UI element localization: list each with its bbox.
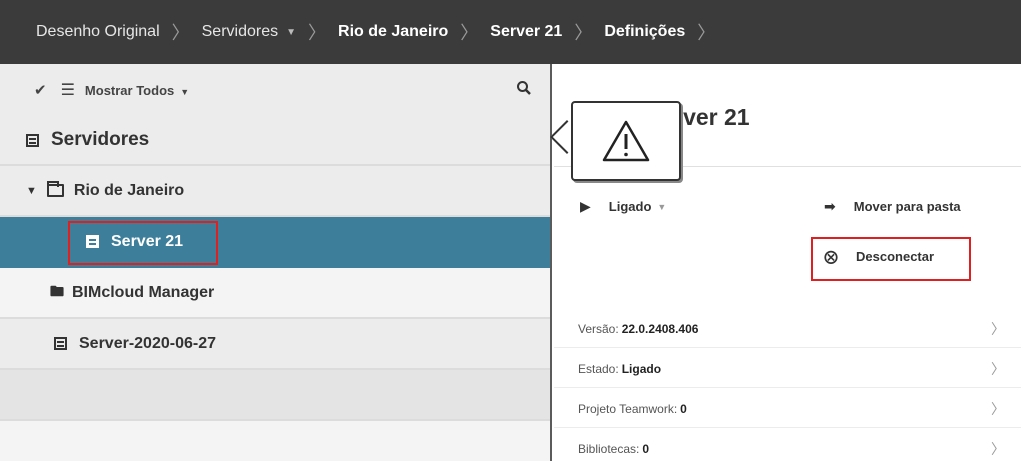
chevron-right-icon: 〉 <box>460 23 479 43</box>
sidebar-toolbar: ✔ ☰ Mostrar Todos ▼ <box>0 64 550 116</box>
move-label: Mover para pasta <box>853 199 961 214</box>
warning-callout <box>571 101 681 181</box>
chevron-right-icon: 〉 <box>574 23 593 43</box>
breadcrumb-label: Servidores <box>201 23 279 40</box>
chevron-right-icon: 〉 <box>171 23 190 43</box>
property-row-libraries[interactable]: Bibliotecas: 0 〉 <box>554 430 1021 461</box>
tree-item-label: Server-2020-06-27 <box>79 334 216 352</box>
caret-down-icon[interactable]: ▼ <box>286 27 296 38</box>
chevron-right-icon: 〉 <box>697 23 716 43</box>
list-icon[interactable]: ☰ <box>61 80 75 100</box>
tree-item-bimcloud-manager[interactable]: 🖿 BIMcloud Manager <box>0 268 550 319</box>
property-value: 22.0.2408.406 <box>621 321 699 336</box>
property-row-version[interactable]: Versão: 22.0.2408.406 〉 <box>554 310 1021 348</box>
caret-down-icon: ▼ <box>180 86 190 97</box>
arrow-right-icon: ➡ <box>824 198 836 214</box>
breadcrumb-item-desenho-original[interactable]: Desenho Original <box>36 23 160 41</box>
chevron-right-icon: 〉 <box>308 23 327 43</box>
server-icon <box>26 133 39 147</box>
property-row-state[interactable]: Estado: Ligado 〉 <box>554 350 1021 388</box>
servers-header-label: Servidores <box>51 129 150 150</box>
tree-item-label: BIMcloud Manager <box>72 283 215 301</box>
breadcrumb-item-servidores[interactable]: Servidores ▼ <box>202 23 296 41</box>
caret-down-icon: ▼ <box>657 201 667 212</box>
property-label: Projeto Teamwork: <box>578 401 678 416</box>
chevron-right-icon: 〉 <box>991 441 1005 457</box>
breadcrumb-item-rio-de-janeiro[interactable]: Rio de Janeiro <box>338 23 448 41</box>
folder-icon <box>46 181 64 197</box>
search-icon[interactable] <box>516 80 532 99</box>
tree-item-server-21[interactable]: Server 21 <box>0 217 550 268</box>
folder-rio-de-janeiro[interactable]: ▼ Rio de Janeiro <box>0 166 550 217</box>
warning-icon <box>602 120 650 162</box>
breadcrumb-label: Definições <box>604 23 686 40</box>
chevron-right-icon: 〉 <box>991 360 1005 377</box>
breadcrumb-label: Server 21 <box>490 23 563 40</box>
check-icon[interactable]: ✔ <box>34 81 47 99</box>
caret-down-icon[interactable]: ▼ <box>26 185 37 197</box>
property-value: Ligado <box>621 361 662 376</box>
highlight-box <box>811 237 971 281</box>
chevron-right-icon: 〉 <box>991 400 1005 417</box>
property-label: Bibliotecas: <box>578 442 640 456</box>
bimcloud-manager-icon: 🖿 <box>50 282 64 299</box>
property-value: 0 <box>680 401 687 416</box>
server-icon <box>54 337 67 350</box>
servers-header[interactable]: Servidores <box>0 116 550 166</box>
status-dropdown[interactable]: ▶ Ligado ▼ <box>580 198 666 215</box>
breadcrumb: Desenho Original 〉 Servidores ▼ 〉 Rio de … <box>0 0 1021 64</box>
property-label: Versão: <box>578 321 619 336</box>
play-icon: ▶ <box>580 198 591 214</box>
folder-label: Rio de Janeiro <box>73 181 185 199</box>
empty-row <box>0 421 550 461</box>
property-row-teamwork-projects[interactable]: Projeto Teamwork: 0 〉 <box>554 390 1021 428</box>
chevron-right-icon: 〉 <box>991 320 1005 337</box>
property-label: Estado: <box>578 361 619 376</box>
status-label: Ligado <box>608 199 652 214</box>
breadcrumb-label: Rio de Janeiro <box>338 23 449 40</box>
highlight-box <box>68 221 218 265</box>
move-to-folder-button[interactable]: ➡ Mover para pasta <box>824 198 961 215</box>
filter-dropdown[interactable]: Mostrar Todos ▼ <box>85 83 189 98</box>
tree-item-server-2020-06-27[interactable]: Server-2020-06-27 <box>0 319 550 370</box>
property-value: 0 <box>642 442 650 456</box>
server-tree-sidebar: ✔ ☰ Mostrar Todos ▼ Servidores ▼ Rio de J… <box>0 64 552 461</box>
breadcrumb-item-definicoes[interactable]: Definições <box>604 23 685 41</box>
breadcrumb-label: Desenho Original <box>36 23 160 40</box>
empty-row <box>0 370 550 421</box>
breadcrumb-item-server-21[interactable]: Server 21 <box>490 23 562 41</box>
filter-label: Mostrar Todos <box>84 82 175 98</box>
